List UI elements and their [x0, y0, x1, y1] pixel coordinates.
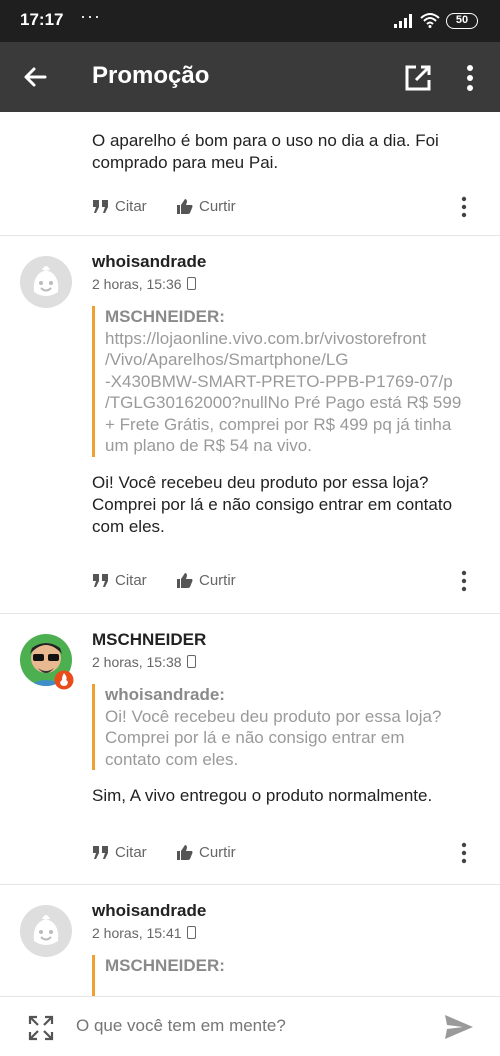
quote-label: Citar — [115, 844, 147, 861]
quote-line: /Vivo/Aparelhos/Smartphone/LG — [105, 350, 349, 369]
quote-button[interactable]: Citar — [92, 844, 147, 861]
default-avatar-icon — [20, 905, 72, 957]
default-avatar-icon — [20, 256, 72, 308]
battery-icon: 50 — [446, 13, 478, 29]
comment-author[interactable]: MSCHNEIDER — [92, 630, 206, 650]
thumbs-up-icon — [177, 199, 193, 214]
send-icon[interactable] — [444, 1013, 474, 1041]
status-bar: 17:17 ··· 50 — [0, 0, 500, 42]
quote-label: Citar — [115, 572, 147, 589]
more-vert-icon[interactable] — [460, 64, 480, 92]
comment-timestamp: 2 horas, 15:36 — [92, 276, 196, 292]
rank-badge-icon — [54, 670, 74, 690]
quote-line: /TGLG30162000?nullNo Pré Pago está R$ 59… — [105, 393, 462, 412]
quoted-message[interactable]: MSCHNEIDER: — [92, 955, 482, 996]
quote-line: Oi! Você recebeu deu produto por essa lo… — [105, 706, 442, 726]
comments-feed[interactable]: O aparelho é bom para o uso no dia a dia… — [0, 112, 500, 996]
timestamp-text: 2 horas, 15:36 — [92, 276, 182, 292]
like-label: Curtir — [199, 198, 236, 215]
quote-icon — [93, 200, 108, 213]
body-line: com eles. — [92, 517, 165, 536]
quoted-message[interactable]: MSCHNEIDER: https://lojaonline.vivo.com.… — [92, 306, 482, 457]
comment-composer — [0, 996, 500, 1056]
timestamp-text: 2 horas, 15:38 — [92, 654, 182, 670]
message-input[interactable] — [76, 1016, 416, 1036]
quote-author: MSCHNEIDER: — [105, 307, 225, 326]
quote-button[interactable]: Citar — [92, 198, 147, 215]
app-bar: Promoção — [0, 42, 500, 112]
like-button[interactable]: Curtir — [176, 198, 236, 215]
quote-line: + Frete Grátis, comprei por R$ 499 pq já… — [105, 414, 452, 434]
mobile-icon — [186, 655, 196, 668]
quote-button[interactable]: Citar — [92, 572, 147, 589]
quoted-message[interactable]: whoisandrade: Oi! Você recebeu deu produ… — [92, 684, 482, 770]
avatar[interactable] — [20, 256, 72, 308]
body-line: Oi! Você recebeu deu produto por essa lo… — [92, 473, 429, 492]
thumbs-up-icon — [177, 845, 193, 860]
avatar[interactable] — [20, 905, 72, 957]
quote-author: whoisandrade: — [105, 685, 225, 704]
quote-line: Comprei por lá e não consigo entrar em — [105, 728, 405, 747]
divider — [0, 884, 500, 885]
divider — [0, 613, 500, 614]
more-options-icon[interactable] — [456, 570, 472, 592]
like-button[interactable]: Curtir — [176, 844, 236, 861]
like-button[interactable]: Curtir — [176, 572, 236, 589]
quote-line: contato com eles. — [105, 749, 239, 769]
divider — [0, 235, 500, 236]
timestamp-text: 2 horas, 15:41 — [92, 925, 182, 941]
more-options-icon[interactable] — [456, 196, 472, 218]
quote-line: -X430BMW-SMART-PRETO-PPB-P1769-07/p — [105, 371, 453, 391]
comment-timestamp: 2 horas, 15:38 — [92, 654, 196, 670]
like-label: Curtir — [199, 844, 236, 861]
like-label: Curtir — [199, 572, 236, 589]
expand-icon[interactable] — [28, 1015, 54, 1041]
wifi-icon — [420, 13, 440, 28]
quote-line: um plano de R$ 54 na vivo. — [105, 436, 312, 455]
comment-author[interactable]: whoisandrade — [92, 901, 206, 921]
open-external-icon[interactable] — [404, 64, 432, 92]
quote-icon — [93, 846, 108, 859]
more-options-icon[interactable] — [456, 842, 472, 864]
back-arrow-icon[interactable] — [20, 62, 50, 92]
comment-author[interactable]: whoisandrade — [92, 252, 206, 272]
comment-body: Sim, A vivo entregou o produto normalmen… — [92, 786, 433, 805]
quote-line: https://lojaonline.vivo.com.br/vivostore… — [105, 328, 427, 348]
status-time: 17:17 — [20, 10, 64, 29]
quote-label: Citar — [115, 198, 147, 215]
notification-dots-icon: ··· — [80, 6, 101, 26]
comment-body: Oi! Você recebeu deu produto por essa lo… — [92, 472, 482, 538]
quote-author: MSCHNEIDER: — [105, 956, 225, 975]
signal-icon — [394, 14, 412, 28]
mobile-icon — [186, 926, 196, 939]
comment-timestamp: 2 horas, 15:41 — [92, 925, 196, 941]
comment-body: O aparelho é bom para o uso no dia a dia… — [92, 131, 439, 172]
body-line: Comprei por lá e não consigo entrar em c… — [92, 495, 453, 514]
page-title: Promoção — [92, 62, 210, 89]
thumbs-up-icon — [177, 573, 193, 588]
mobile-icon — [186, 277, 196, 290]
quote-icon — [93, 574, 108, 587]
